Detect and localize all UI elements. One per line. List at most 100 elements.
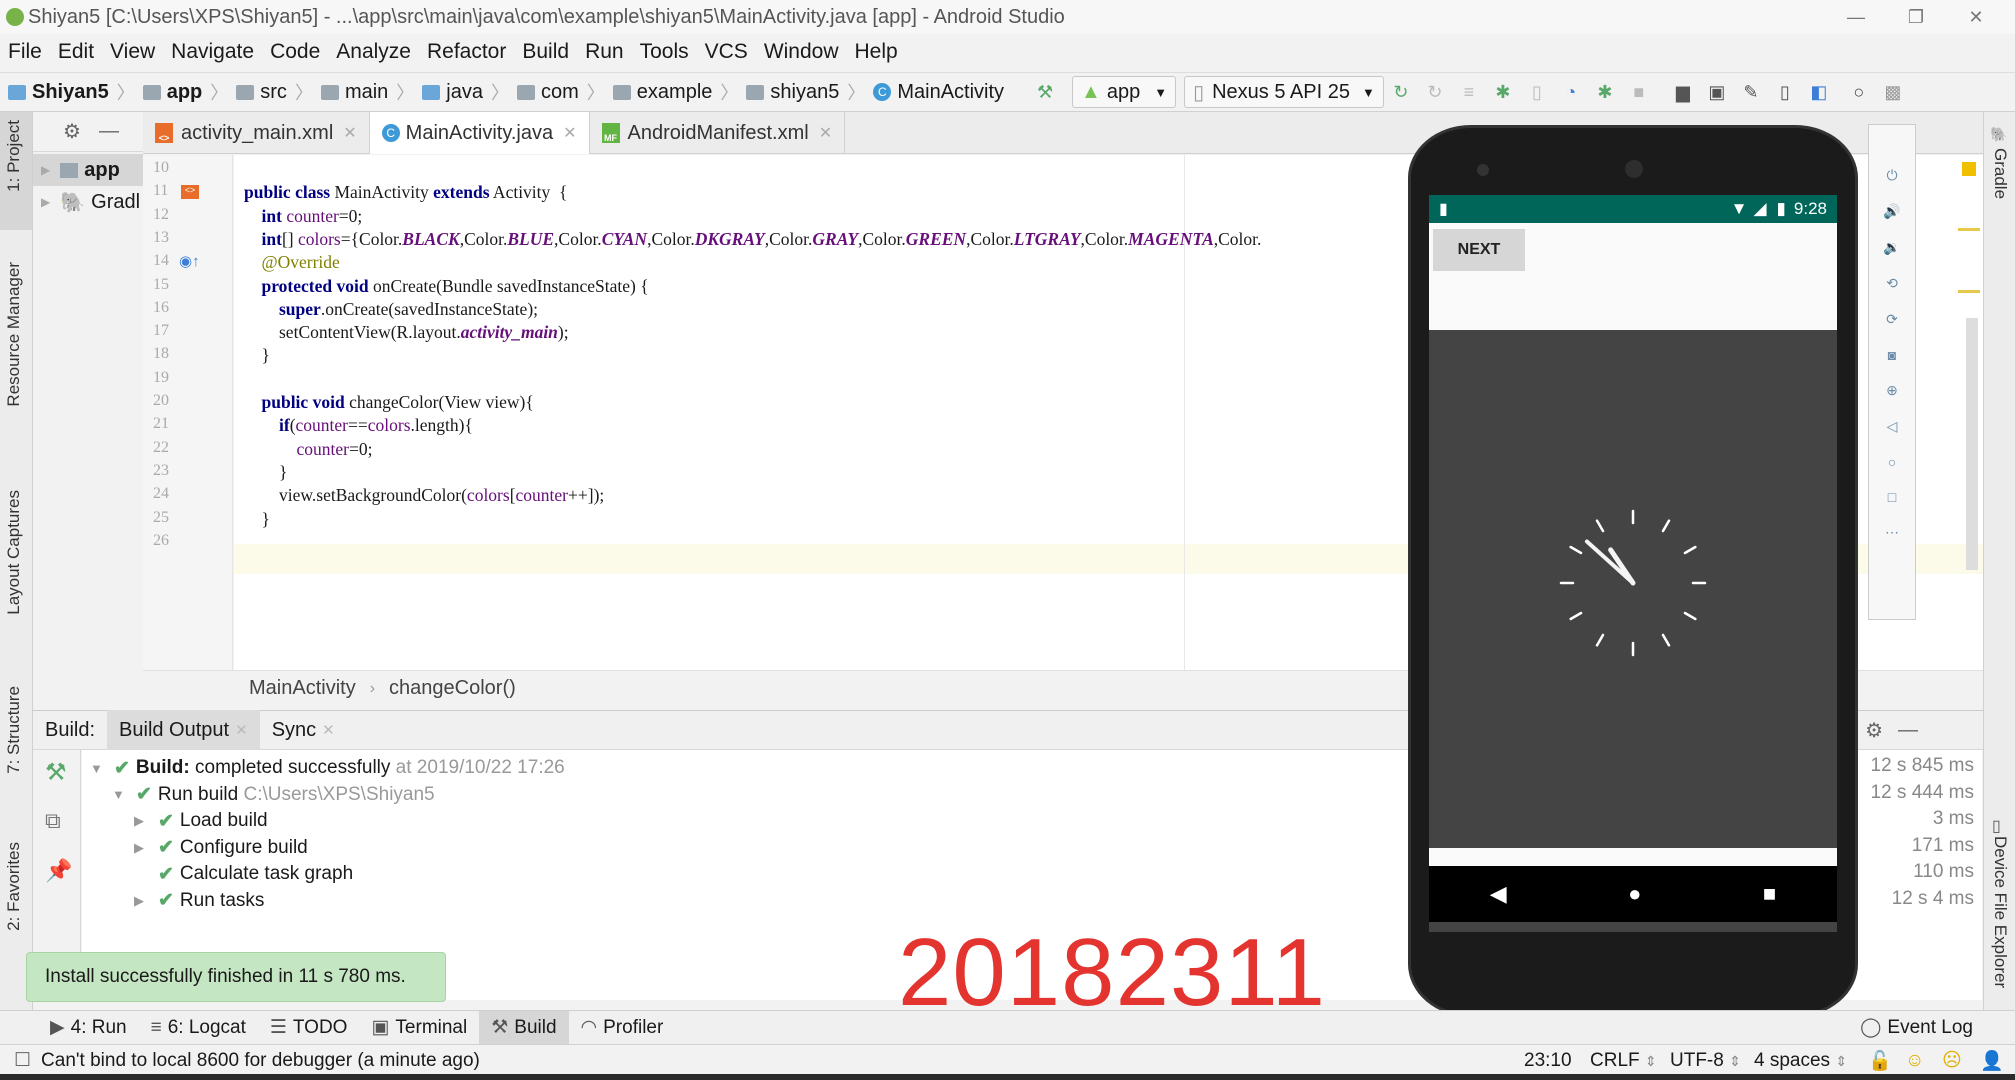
toggle-view-icon[interactable]: ⧉ bbox=[45, 808, 61, 834]
attach-process-icon[interactable]: ✱ bbox=[1594, 81, 1616, 103]
sdk-manager-icon[interactable]: ▣ bbox=[1706, 81, 1728, 103]
event-log-button[interactable]: ◯ Event Log bbox=[1860, 1016, 1973, 1039]
tool-tab-todo[interactable]: ☰ TODO bbox=[258, 1011, 360, 1045]
tool-tab-project[interactable]: 1: Project bbox=[4, 120, 24, 192]
chevron-down-icon[interactable]: ▼ bbox=[112, 787, 126, 802]
tool-tab-build[interactable]: ⚒ Build bbox=[479, 1010, 569, 1045]
code-line[interactable]: counter=0; bbox=[244, 439, 373, 460]
menu-refactor[interactable]: Refactor bbox=[427, 40, 506, 64]
overview-icon[interactable]: □ bbox=[1888, 489, 1896, 505]
tool-tab-terminal[interactable]: ▣ Terminal bbox=[359, 1011, 479, 1045]
override-method-icon[interactable]: ◉↑ bbox=[179, 252, 200, 270]
menu-navigate[interactable]: Navigate bbox=[171, 40, 254, 64]
lock-icon[interactable]: 🔓 bbox=[1868, 1049, 1892, 1073]
tool-tab-structure[interactable]: 7: Structure bbox=[4, 686, 24, 774]
editor-breadcrumb-class[interactable]: MainActivity bbox=[249, 677, 356, 700]
warning-marker[interactable] bbox=[1958, 228, 1980, 231]
project-structure-icon[interactable]: ◧ bbox=[1808, 81, 1830, 103]
stop-icon[interactable]: ■ bbox=[1628, 81, 1650, 103]
minimize-panel-icon[interactable]: — bbox=[99, 120, 119, 143]
close-tab-icon[interactable]: ✕ bbox=[819, 123, 832, 143]
tool-tab-run[interactable]: ▶ 4: Run bbox=[38, 1011, 139, 1045]
breadcrumb-mainactivity[interactable]: C MainActivity bbox=[873, 81, 1004, 104]
rotate-left-icon[interactable]: ⟲ bbox=[1886, 275, 1898, 292]
code-line[interactable]: } bbox=[244, 509, 270, 530]
menu-build[interactable]: Build bbox=[522, 40, 569, 64]
menu-edit[interactable]: Edit bbox=[58, 40, 94, 64]
close-tab-icon[interactable]: ✕ bbox=[322, 721, 335, 739]
tab-sync[interactable]: Sync ✕ bbox=[260, 710, 347, 750]
code-line[interactable]: public class MainActivity extends Activi… bbox=[244, 182, 567, 203]
tree-item-gradle[interactable]: ▶ 🐘 Gradl bbox=[33, 186, 143, 218]
tool-tab-profiler[interactable]: ◠ Profiler bbox=[569, 1011, 676, 1045]
home-icon[interactable]: ● bbox=[1628, 881, 1641, 907]
editor-scrollbar[interactable] bbox=[1966, 318, 1978, 570]
editor-breadcrumb-method[interactable]: changeColor() bbox=[389, 677, 516, 700]
search-icon[interactable]: ○ bbox=[1848, 81, 1870, 103]
device-select[interactable]: ▯ Nexus 5 API 25 ▼ bbox=[1184, 76, 1384, 108]
menu-vcs[interactable]: VCS bbox=[705, 40, 748, 64]
rotate-right-icon[interactable]: ⟳ bbox=[1886, 311, 1898, 328]
breadcrumb-main[interactable]: main 〉 bbox=[320, 79, 414, 105]
hammer-icon[interactable]: ⚒ bbox=[45, 758, 67, 787]
close-window-button[interactable]: ✕ bbox=[1946, 0, 2006, 34]
code-line[interactable]: view.setBackgroundColor(colors[counter++… bbox=[244, 485, 604, 506]
pin-icon[interactable]: 📌 bbox=[45, 858, 72, 884]
volume-up-icon[interactable]: 🔊 bbox=[1883, 203, 1900, 220]
breadcrumb-example[interactable]: example 〉 bbox=[612, 79, 738, 105]
more-icon[interactable]: ⋯ bbox=[1885, 524, 1899, 541]
coverage-icon[interactable]: ≡ bbox=[1458, 81, 1480, 103]
code-line[interactable]: if(counter==colors.length){ bbox=[244, 415, 473, 436]
line-separator[interactable]: CRLF ⇕ bbox=[1590, 1050, 1657, 1072]
back-icon[interactable]: ◀ bbox=[1490, 881, 1507, 907]
status-message[interactable]: Can't bind to local 8600 for debugger (a… bbox=[41, 1050, 480, 1072]
tab-androidmanifest-xml[interactable]: MF AndroidManifest.xml ✕ bbox=[590, 112, 846, 154]
frown-feedback-icon[interactable]: ☹ bbox=[1942, 1049, 1962, 1072]
tab-build-output[interactable]: Build Output ✕ bbox=[107, 710, 260, 750]
close-tab-icon[interactable]: ✕ bbox=[563, 123, 576, 143]
smile-feedback-icon[interactable]: ☺ bbox=[1905, 1050, 1924, 1072]
warning-marker[interactable] bbox=[1958, 290, 1980, 293]
menu-help[interactable]: Help bbox=[855, 40, 898, 64]
build-tree-row[interactable]: ▼ ✔ Build: completed successfully at 2019/… bbox=[90, 755, 565, 781]
tool-tab-logcat[interactable]: ≡ 6: Logcat bbox=[139, 1011, 258, 1045]
menu-analyze[interactable]: Analyze bbox=[336, 40, 411, 64]
restore-button[interactable]: ❐ bbox=[1886, 0, 1946, 34]
menu-run[interactable]: Run bbox=[585, 40, 624, 64]
power-icon[interactable]: ⏻ bbox=[1886, 167, 1897, 184]
hide-panel-icon[interactable]: — bbox=[1898, 719, 1918, 742]
chevron-right-icon[interactable]: ▶ bbox=[134, 893, 148, 909]
gear-icon[interactable]: ⚙ bbox=[63, 119, 81, 144]
tool-tab-device-file-explorer[interactable]: Device File Explorer bbox=[1990, 836, 2010, 988]
profile-icon[interactable]: ◔ bbox=[1560, 81, 1582, 103]
avd-manager-icon[interactable]: ✎ bbox=[1740, 81, 1762, 103]
code-line[interactable]: setContentView(R.layout.activity_main); bbox=[244, 322, 569, 343]
screenshot-icon[interactable]: ◙ bbox=[1888, 347, 1896, 363]
chevron-down-icon[interactable]: ▼ bbox=[90, 761, 104, 776]
build-tree-row[interactable]: ▶ ✔ Load build bbox=[134, 808, 268, 834]
tab-activity-main-xml[interactable]: <> activity_main.xml ✕ bbox=[143, 112, 370, 154]
emulator-screen[interactable]: ▮ ▼ ◢ ▮ 9:28 NEXT ◀ ● ■ bbox=[1429, 195, 1837, 932]
gear-icon[interactable]: ⚙ bbox=[1865, 718, 1883, 743]
indent-setting[interactable]: 4 spaces ⇕ bbox=[1754, 1050, 1847, 1072]
menu-file[interactable]: File bbox=[8, 40, 42, 64]
apply-changes-icon[interactable]: ↻ bbox=[1390, 81, 1412, 103]
code-line[interactable]: int[] colors={Color.BLACK,Color.BLUE,Col… bbox=[244, 229, 1262, 250]
tree-item-app[interactable]: ▶ app bbox=[33, 154, 143, 186]
breadcrumb-src[interactable]: src 〉 bbox=[236, 79, 313, 105]
build-tree-row[interactable]: ▶ ✔ Configure build bbox=[134, 835, 308, 861]
breadcrumb-java[interactable]: java 〉 bbox=[422, 79, 509, 105]
file-encoding[interactable]: UTF-8 ⇕ bbox=[1670, 1050, 1741, 1072]
breadcrumb-shiyan5-pkg[interactable]: shiyan5 〉 bbox=[746, 79, 865, 105]
recents-icon[interactable]: ■ bbox=[1763, 881, 1776, 907]
chevron-right-icon[interactable]: ▶ bbox=[134, 840, 148, 856]
layout-link-icon[interactable]: <> bbox=[181, 185, 199, 199]
tool-tab-resource-manager[interactable]: Resource Manager bbox=[4, 262, 24, 407]
code-line[interactable]: int counter=0; bbox=[244, 206, 363, 227]
attach-debugger-icon[interactable]: ▯ bbox=[1526, 81, 1548, 103]
breadcrumb-com[interactable]: com 〉 bbox=[517, 79, 605, 105]
breadcrumb-app[interactable]: app 〉 bbox=[142, 79, 228, 105]
zoom-icon[interactable]: ⊕ bbox=[1886, 382, 1898, 399]
next-button[interactable]: NEXT bbox=[1433, 229, 1525, 271]
chevron-right-icon[interactable]: ▶ bbox=[134, 813, 148, 829]
